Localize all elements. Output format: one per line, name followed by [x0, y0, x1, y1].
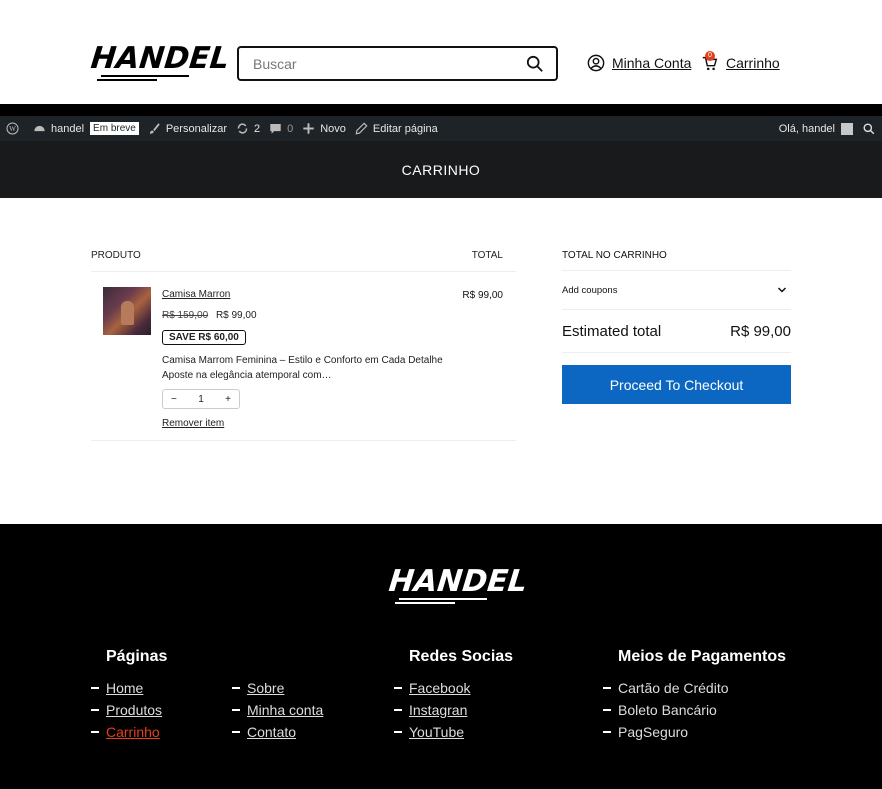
social-heading: Redes Socias: [409, 648, 514, 665]
remove-item-link[interactable]: Remover item: [162, 418, 443, 429]
product-prices: R$ 159,00 R$ 99,00: [162, 310, 443, 321]
footer-link-carrinho[interactable]: Carrinho: [91, 721, 162, 743]
cart-items-table: PRODUTO TOTAL Camisa Marron R$ 159,00 R$…: [91, 242, 516, 441]
save-badge: SAVE R$ 60,00: [162, 330, 246, 345]
increase-button[interactable]: +: [225, 394, 231, 405]
admin-customize[interactable]: Personalizar: [148, 122, 227, 135]
footer-link-contato[interactable]: Contato: [232, 721, 323, 743]
footer-payments: Meios de Pagamentos: [618, 648, 786, 678]
site-logo[interactable]: HANDEL: [89, 41, 231, 84]
admin-search-icon[interactable]: [863, 122, 875, 135]
quantity-stepper[interactable]: − 1 +: [162, 389, 240, 409]
footer-social-list: Facebook Instagran YouTube: [394, 677, 470, 743]
pages-heading: Páginas: [106, 648, 168, 665]
footer-link-produtos[interactable]: Produtos: [91, 699, 162, 721]
cart-label[interactable]: Carrinho: [726, 55, 780, 71]
footer-link-instagram[interactable]: Instagran: [394, 699, 470, 721]
plus-icon: [303, 123, 314, 134]
cart-icon: 0: [701, 51, 719, 72]
payment-item: PagSeguro: [603, 721, 729, 743]
search-icon[interactable]: [526, 55, 544, 73]
search-input[interactable]: Buscar: [237, 46, 558, 81]
account-label[interactable]: Minha Conta: [612, 55, 691, 71]
decrease-button[interactable]: −: [171, 394, 177, 405]
page-title-band: CARRINHO: [0, 141, 882, 198]
cart-totals: TOTAL NO CARRINHO Add coupons Estimated …: [562, 242, 791, 404]
current-price: R$ 99,00: [215, 310, 257, 321]
chevron-down-icon: [777, 287, 787, 293]
col-product: PRODUTO: [91, 250, 141, 261]
logo-underline: [95, 75, 193, 82]
payment-item: Cartão de Crédito: [603, 677, 729, 699]
product-description: Camisa Marrom Feminina – Estilo e Confor…: [162, 355, 443, 381]
product-thumbnail[interactable]: [103, 287, 151, 335]
footer-pages: Páginas: [106, 648, 167, 678]
account-link[interactable]: Minha Conta: [587, 54, 691, 72]
svg-text:W: W: [9, 125, 16, 133]
footer-link-home[interactable]: Home: [91, 677, 162, 699]
coupon-label: Add coupons: [562, 284, 618, 296]
cart-table-header: PRODUTO TOTAL: [91, 242, 516, 272]
avatar[interactable]: [841, 122, 853, 135]
payments-heading: Meios de Pagamentos: [618, 648, 787, 665]
estimated-label: Estimated total: [562, 322, 662, 340]
footer-logo[interactable]: HANDEL: [387, 564, 529, 607]
wordpress-logo-icon[interactable]: W: [6, 122, 24, 135]
site-header: HANDEL Buscar Minha Conta 0 Carrinho: [0, 0, 882, 104]
site-footer: HANDEL Páginas Home Produtos Carrinho So…: [0, 524, 882, 789]
footer-pages-col2: Sobre Minha conta Contato: [232, 677, 323, 743]
footer-social: Redes Socias: [409, 648, 513, 678]
admin-new[interactable]: Novo: [302, 122, 346, 135]
cart-count-badge: 0: [705, 51, 715, 61]
comment-icon: [270, 123, 281, 134]
admin-greeting[interactable]: Olá, handel: [779, 123, 835, 135]
payment-item: Boleto Bancário: [603, 699, 729, 721]
search-placeholder: Buscar: [253, 55, 297, 72]
coupon-toggle[interactable]: Add coupons: [562, 271, 791, 310]
col-total: TOTAL: [471, 250, 503, 261]
footer-link-facebook[interactable]: Facebook: [394, 677, 470, 699]
quantity-value[interactable]: 1: [198, 394, 204, 405]
product-name-link[interactable]: Camisa Marron: [162, 289, 230, 300]
estimated-value: R$ 99,00: [730, 322, 791, 340]
admin-bar: W handel Em breve Personalizar 2 0 Novo …: [0, 104, 882, 141]
page-title: CARRINHO: [401, 161, 481, 178]
footer-payments-list: Cartão de Crédito Boleto Bancário PagSeg…: [603, 677, 729, 743]
old-price: R$ 159,00: [162, 310, 209, 321]
footer-logo-underline: [393, 598, 491, 605]
admin-site-link[interactable]: handel Em breve: [33, 122, 139, 135]
footer-link-youtube[interactable]: YouTube: [394, 721, 470, 743]
cart-link[interactable]: 0 Carrinho: [701, 51, 780, 72]
refresh-icon: [237, 123, 248, 134]
estimated-total-row: Estimated total R$ 99,00: [562, 310, 791, 353]
footer-link-sobre[interactable]: Sobre: [232, 677, 323, 699]
admin-comments[interactable]: 0: [269, 122, 293, 135]
footer-pages-col1: Home Produtos Carrinho: [91, 677, 162, 743]
line-total: R$ 99,00: [462, 290, 503, 301]
pencil-icon: [355, 122, 368, 135]
admin-updates[interactable]: 2: [236, 122, 260, 135]
brush-icon: [149, 123, 160, 134]
user-icon: [587, 54, 605, 72]
dashboard-icon: [34, 125, 45, 132]
cart-item-row: Camisa Marron R$ 159,00 R$ 99,00 SAVE R$…: [91, 272, 516, 441]
admin-edit-page[interactable]: Editar página: [355, 122, 438, 135]
totals-heading: TOTAL NO CARRINHO: [562, 250, 667, 261]
checkout-button[interactable]: Proceed To Checkout: [562, 365, 791, 404]
footer-link-minha-conta[interactable]: Minha conta: [232, 699, 323, 721]
status-badge: Em breve: [90, 122, 139, 135]
